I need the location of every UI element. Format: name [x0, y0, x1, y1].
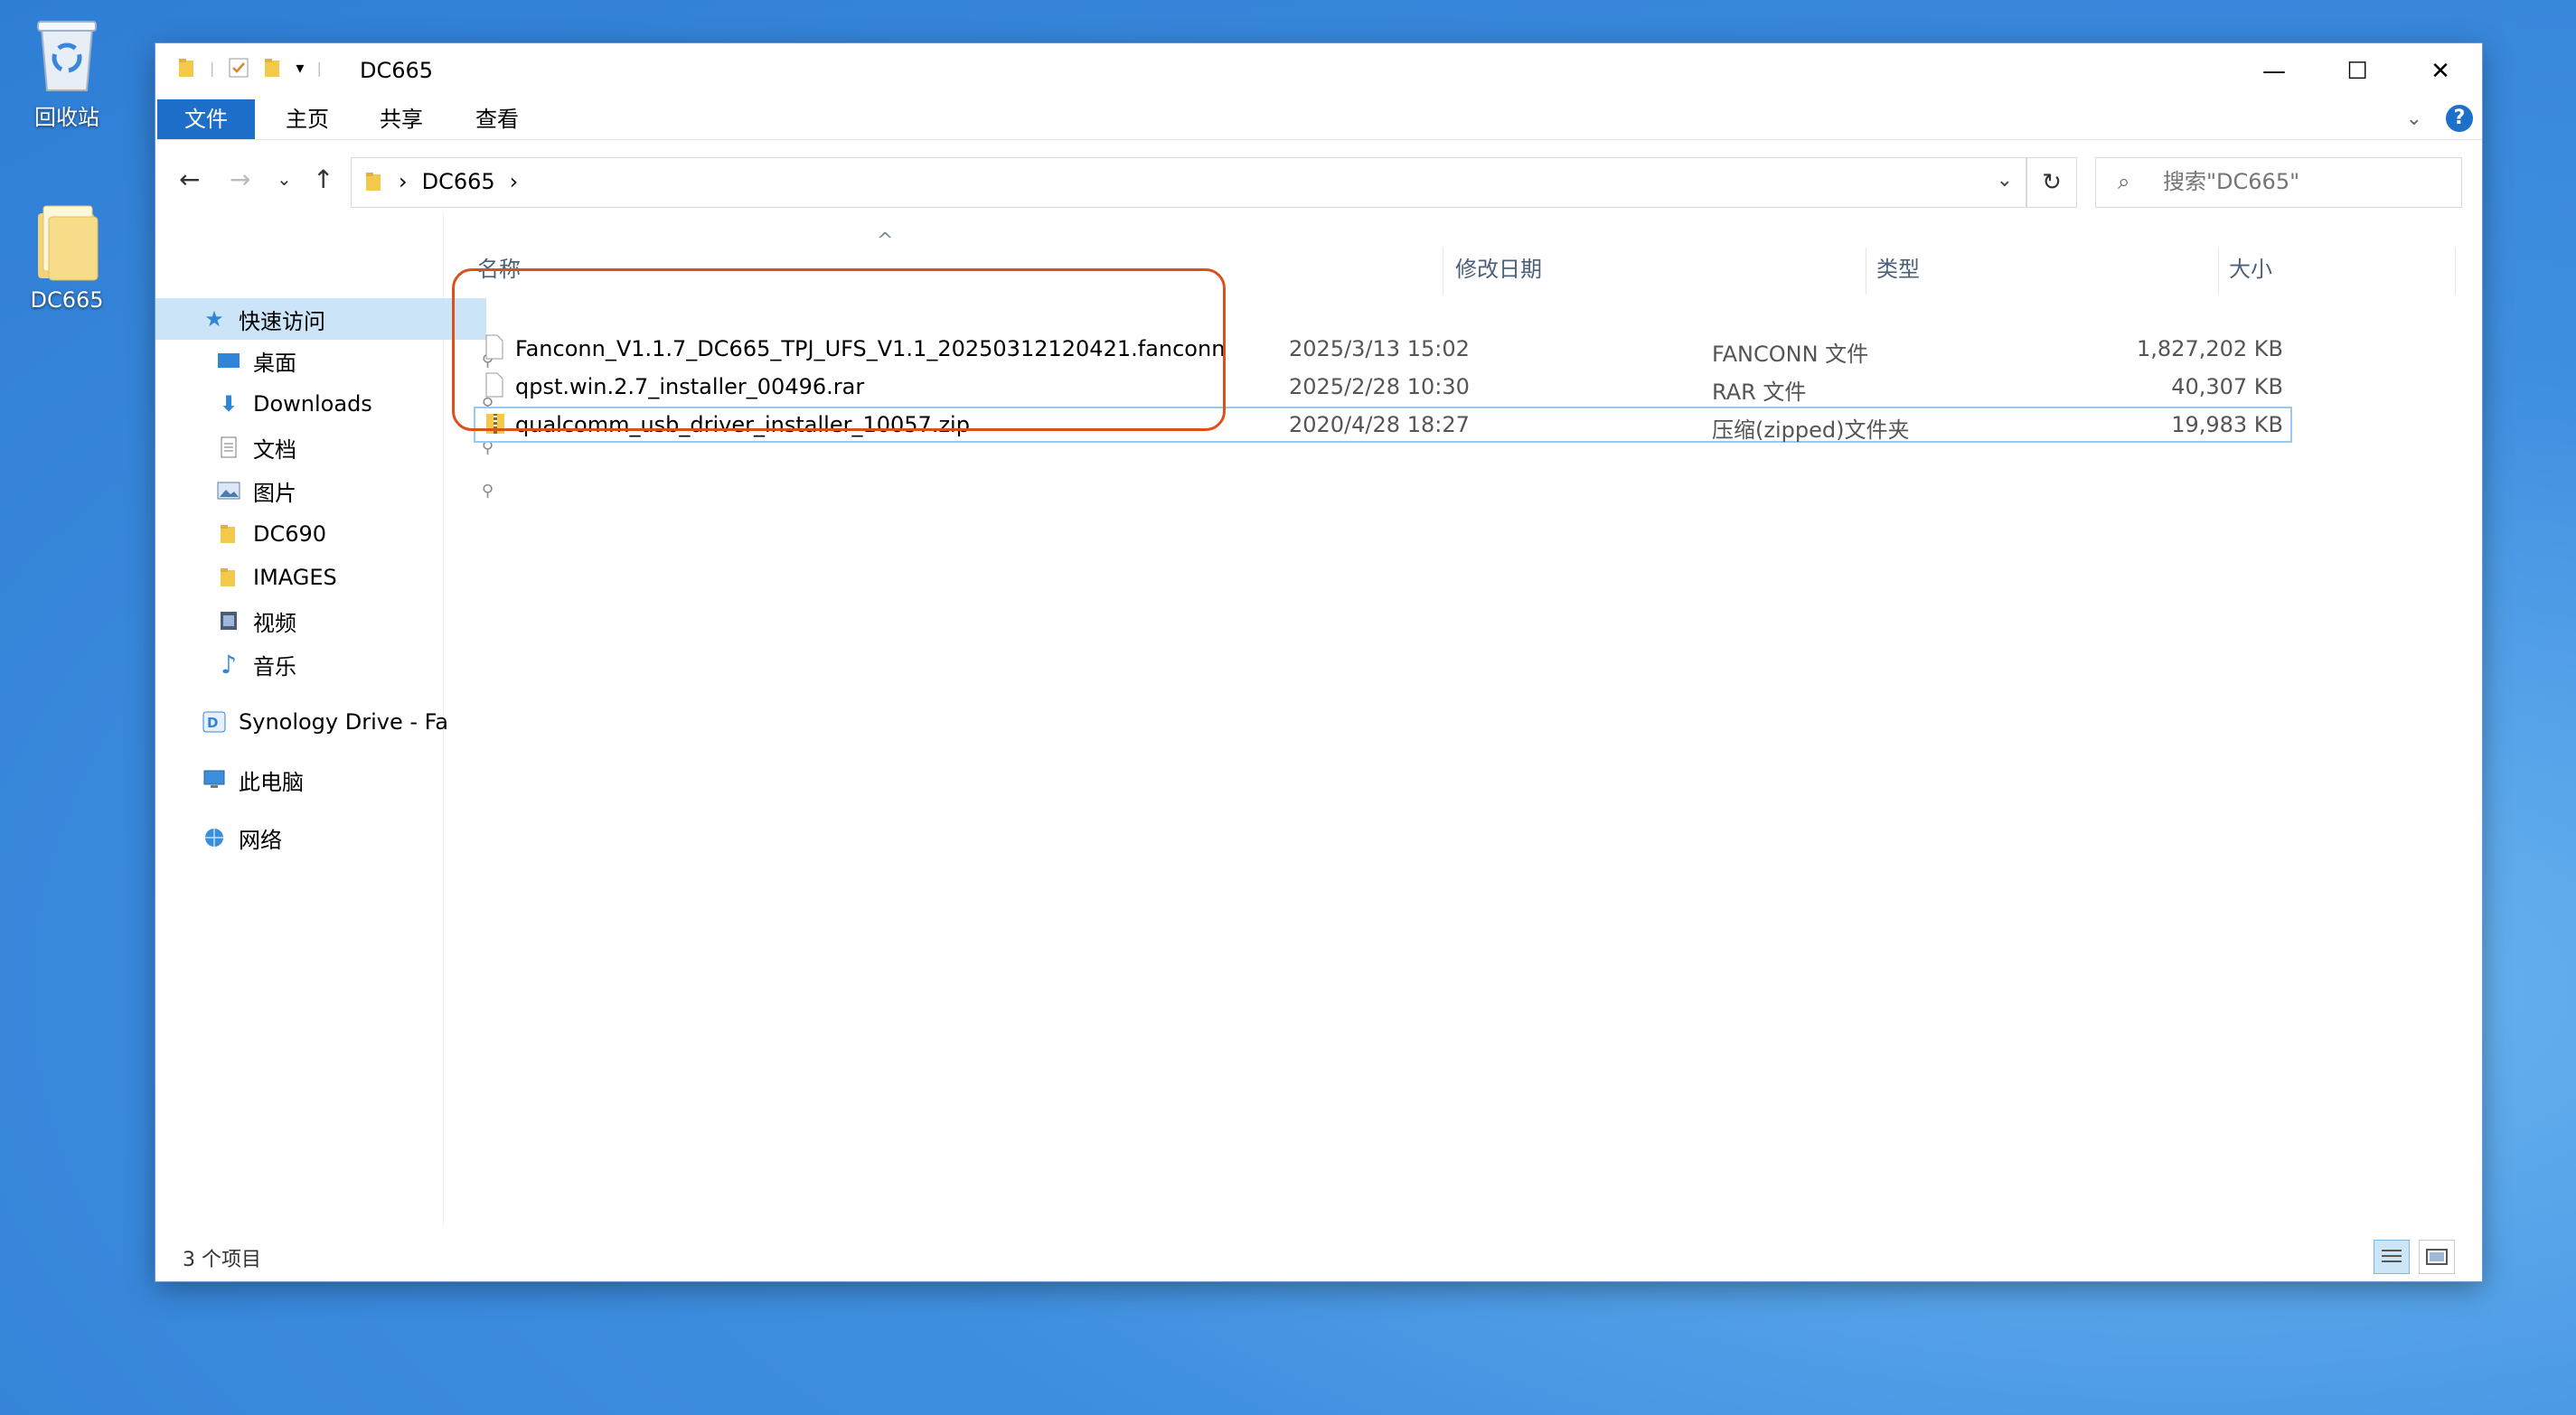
- sidebar-item-label: 快速访问: [239, 308, 325, 334]
- address-row: ← → ⌄ ↑ › DC665 › ⌄ ↻ ⌕: [155, 154, 2482, 210]
- maximize-button[interactable]: ☐: [2316, 43, 2399, 99]
- downloads-icon: ⬇: [219, 391, 239, 417]
- folder-icon: [366, 173, 381, 191]
- sidebar-item-label: 音乐: [253, 653, 296, 679]
- window-title: DC665: [360, 58, 434, 83]
- svg-text:D: D: [207, 715, 218, 731]
- file-type: 压缩(zipped)文件夹: [1712, 417, 1910, 443]
- tab-home[interactable]: 主页: [266, 99, 349, 139]
- breadcrumb-separator[interactable]: ›: [510, 169, 519, 194]
- file-date: 2020/4/28 18:27: [1289, 412, 1470, 437]
- pictures-icon: [215, 482, 242, 500]
- search-input[interactable]: [2163, 167, 2443, 196]
- properties-icon[interactable]: [227, 56, 250, 80]
- sidebar-item-label: 桌面: [253, 350, 296, 376]
- documents-icon: [215, 436, 242, 458]
- sidebar-item-label: 图片: [253, 480, 296, 506]
- recycle-bin-icon: [37, 21, 97, 91]
- view-switcher: [2374, 1240, 2455, 1274]
- breadcrumb: › DC665 ›: [364, 169, 518, 194]
- sidebar-item-network[interactable]: 网络: [155, 817, 488, 858]
- desktop-recycle-bin[interactable]: 回收站: [13, 13, 121, 131]
- sidebar-item-label: DC690: [253, 521, 327, 547]
- sidebar-item-label: IMAGES: [253, 565, 337, 590]
- details-view-button[interactable]: [2374, 1240, 2410, 1274]
- breadcrumb-item[interactable]: DC665: [422, 169, 495, 194]
- desktop-folder-dc665[interactable]: DC665: [13, 201, 121, 313]
- refresh-button[interactable]: ↻: [2026, 157, 2077, 208]
- details-view-icon: [2382, 1250, 2402, 1262]
- computer-icon: [201, 770, 228, 790]
- ribbon-right: ⌄ ?: [2406, 105, 2473, 132]
- synology-drive-icon: D: [201, 711, 228, 733]
- file-size: 19,983 KB: [2171, 412, 2283, 437]
- up-button[interactable]: ↑: [313, 164, 334, 194]
- tab-share[interactable]: 共享: [360, 99, 443, 139]
- music-icon: ♪: [221, 649, 237, 679]
- recent-locations-button[interactable]: ⌄: [277, 168, 292, 190]
- search-box[interactable]: ⌕: [2095, 157, 2462, 208]
- sidebar-item-quick-access[interactable]: ★ 快速访问: [155, 298, 486, 340]
- network-icon: [201, 827, 228, 848]
- sidebar-item-label: 文档: [253, 436, 296, 463]
- sidebar-item-this-pc[interactable]: 此电脑: [155, 759, 488, 801]
- sidebar-item-label: 网络: [239, 827, 282, 853]
- large-icons-view-button[interactable]: [2419, 1240, 2455, 1274]
- folder-icon: [215, 567, 242, 588]
- column-divider[interactable]: [2218, 248, 2219, 295]
- file-type: FANCONN 文件: [1712, 342, 1869, 367]
- star-icon: ★: [204, 306, 224, 332]
- desktop-icon-label: 回收站: [34, 105, 99, 130]
- sidebar-item-label: 此电脑: [239, 769, 304, 795]
- sort-indicator: ^: [877, 230, 894, 252]
- desktop-icon: [215, 351, 242, 370]
- search-icon: ⌕: [2118, 169, 2130, 194]
- help-icon[interactable]: ?: [2446, 105, 2473, 132]
- sidebar-item-label: Synology Drive - Fa: [239, 709, 448, 735]
- forward-button[interactable]: →: [230, 164, 250, 194]
- large-icons-view-icon: [2426, 1249, 2448, 1265]
- tab-view[interactable]: 查看: [456, 99, 539, 139]
- tab-file[interactable]: 文件: [157, 99, 255, 139]
- column-header-size[interactable]: 大小: [2229, 251, 2272, 287]
- explorer-window: | ▾ | DC665 — ☐ ✕ 文件 主页 共享 查看 ⌄ ? ← → ⌄ …: [155, 43, 2482, 1281]
- minimize-button[interactable]: —: [2233, 43, 2316, 99]
- column-header-type[interactable]: 类型: [1876, 251, 1920, 287]
- file-date: 2025/3/13 15:02: [1289, 336, 1470, 361]
- back-button[interactable]: ←: [179, 164, 200, 194]
- folder-icon: [215, 523, 242, 545]
- new-folder-icon[interactable]: [263, 57, 283, 79]
- file-date: 2025/2/28 10:30: [1289, 374, 1470, 399]
- address-dropdown-icon[interactable]: ⌄: [1997, 169, 2013, 192]
- sidebar-item-label: Downloads: [253, 391, 372, 417]
- close-button[interactable]: ✕: [2399, 43, 2482, 99]
- column-header-date[interactable]: 修改日期: [1455, 251, 1542, 287]
- qat-separator: |: [316, 59, 322, 77]
- ribbon-tabs: 文件 主页 共享 查看 ⌄ ?: [155, 99, 2482, 140]
- qat-separator: |: [210, 59, 215, 77]
- title-bar: | ▾ | DC665 — ☐ ✕: [155, 43, 2482, 99]
- file-type: RAR 文件: [1712, 380, 1807, 405]
- column-divider[interactable]: [2455, 248, 2456, 295]
- status-bar: 3 个项目: [155, 1227, 2482, 1281]
- desktop-icon-label: DC665: [30, 287, 104, 313]
- expand-ribbon-icon[interactable]: ⌄: [2406, 108, 2422, 130]
- file-size: 40,307 KB: [2171, 374, 2283, 399]
- folder-icon: [179, 59, 193, 77]
- customize-qat-icon[interactable]: ▾: [296, 59, 304, 78]
- folder-icon: [38, 205, 99, 281]
- address-bar[interactable]: › DC665 › ⌄: [351, 157, 2026, 208]
- file-size: 1,827,202 KB: [2137, 336, 2283, 361]
- sidebar-item-label: 视频: [253, 610, 296, 636]
- navigation-pane: ★ 快速访问 桌面 ⚲ ⬇ Downloads ⚲ 文档 ⚲ 图片 ⚲ DC69…: [155, 211, 494, 1227]
- highlight-annotation: [452, 268, 1226, 431]
- quick-access-toolbar: | ▾ |: [177, 56, 322, 80]
- breadcrumb-separator[interactable]: ›: [399, 169, 408, 194]
- sidebar-item-synology-drive[interactable]: D Synology Drive - Fa: [155, 701, 488, 743]
- window-controls: — ☐ ✕: [2233, 43, 2482, 99]
- item-count: 3 个项目: [183, 1249, 261, 1271]
- videos-icon: [215, 610, 242, 632]
